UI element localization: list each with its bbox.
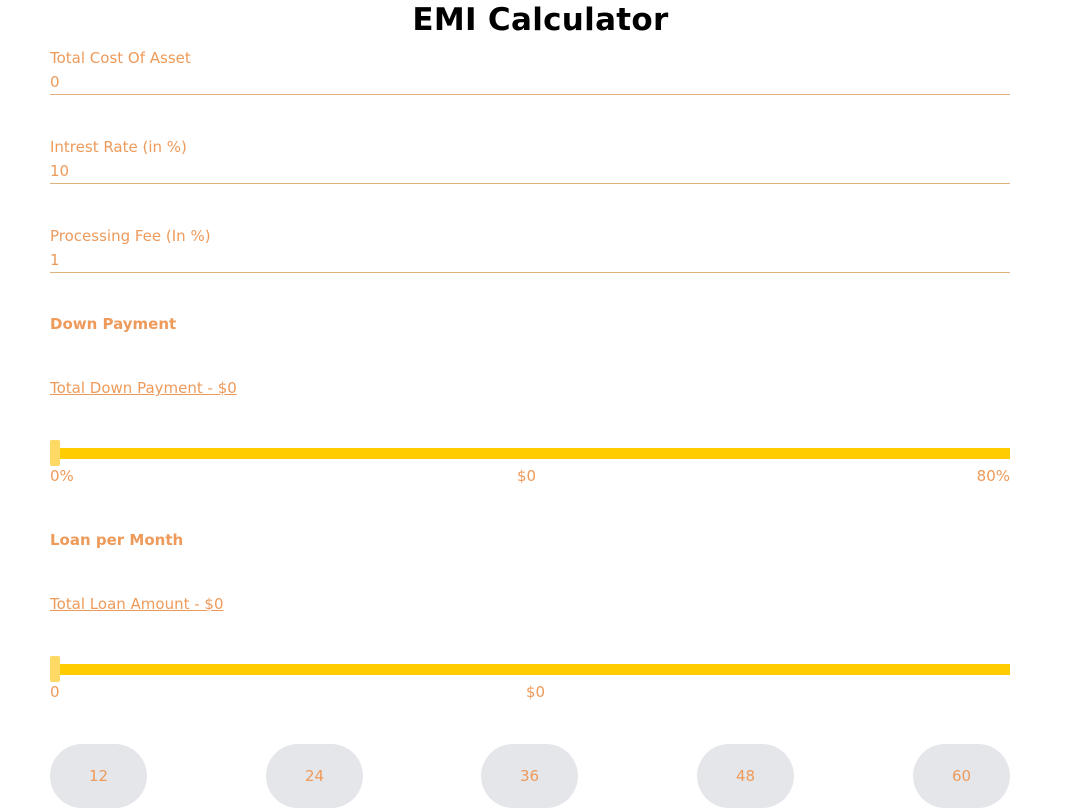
tenure-button-48[interactable]: 48 bbox=[697, 744, 794, 808]
loan-range-labels: 0 $0 bbox=[50, 683, 1010, 703]
loan-slider-thumb[interactable] bbox=[50, 656, 60, 682]
loan-min-label: 0 bbox=[50, 683, 60, 701]
down-payment-value-label: $0 bbox=[517, 467, 537, 485]
down-payment-slider[interactable] bbox=[50, 440, 1010, 466]
loan-value-label: $0 bbox=[526, 683, 546, 701]
tenure-button-24[interactable]: 24 bbox=[266, 744, 363, 808]
down-payment-min-label: 0% bbox=[50, 467, 74, 485]
total-down-payment-link[interactable]: Total Down Payment - $0 bbox=[50, 379, 237, 397]
down-payment-title: Down Payment bbox=[50, 315, 177, 333]
processing-fee-input[interactable] bbox=[50, 247, 1010, 273]
loan-per-month-title: Loan per Month bbox=[50, 531, 184, 549]
loan-slider[interactable] bbox=[50, 656, 1010, 682]
tenure-button-36[interactable]: 36 bbox=[481, 744, 578, 808]
interest-rate-field: Intrest Rate (in %) bbox=[50, 136, 1010, 184]
total-cost-label: Total Cost Of Asset bbox=[50, 49, 191, 67]
emi-calculator-page: EMI Calculator Total Cost Of Asset Intre… bbox=[0, 0, 1081, 808]
total-cost-field: Total Cost Of Asset bbox=[50, 47, 1010, 95]
tenure-button-60[interactable]: 60 bbox=[913, 744, 1010, 808]
total-cost-input[interactable] bbox=[50, 69, 1010, 95]
processing-fee-label: Processing Fee (In %) bbox=[50, 227, 211, 245]
interest-rate-input[interactable] bbox=[50, 158, 1010, 184]
down-payment-range-labels: 0% $0 80% bbox=[50, 467, 1010, 487]
processing-fee-field: Processing Fee (In %) bbox=[50, 225, 1010, 273]
down-payment-slider-track[interactable] bbox=[50, 448, 1010, 459]
down-payment-max-label: 80% bbox=[976, 467, 1010, 485]
tenure-button-12[interactable]: 12 bbox=[50, 744, 147, 808]
tenure-options: 12 24 36 48 60 bbox=[50, 744, 1010, 808]
page-title: EMI Calculator bbox=[412, 2, 669, 38]
interest-rate-label: Intrest Rate (in %) bbox=[50, 138, 187, 156]
loan-slider-track[interactable] bbox=[50, 664, 1010, 675]
down-payment-slider-thumb[interactable] bbox=[50, 440, 60, 466]
total-loan-amount-link[interactable]: Total Loan Amount - $0 bbox=[50, 595, 224, 613]
